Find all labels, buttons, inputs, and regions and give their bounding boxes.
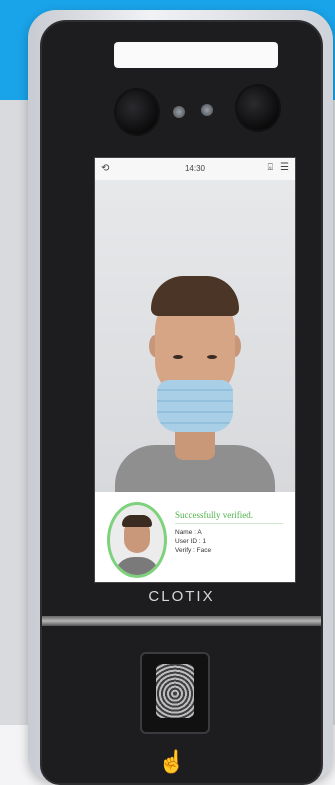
verified-title: Successfully verified.: [175, 510, 253, 520]
verification-result-card: Successfully verified. Name : A User ID …: [95, 492, 295, 582]
name-line: Name : A: [175, 529, 202, 536]
right-camera-icon: [235, 84, 281, 132]
status-bar: ⟲ 14:30 ⌺ ☰: [95, 158, 295, 180]
clock: 14:30: [184, 164, 206, 173]
person-eye: [173, 355, 183, 359]
left-camera-icon: [114, 88, 160, 136]
brand-logo: CLOTIX: [148, 588, 215, 605]
menu-icon[interactable]: ☰: [280, 162, 289, 173]
person-eye: [207, 355, 217, 359]
face-mask: [157, 380, 233, 432]
card-tap-icon[interactable]: ☝: [142, 740, 202, 784]
terminal-device: ⟲ 14:30 ⌺ ☰ Successfully verified. Name …: [28, 10, 333, 785]
avatar: [107, 502, 167, 578]
ir-light-strip: [114, 42, 278, 68]
sensor-led-icon: [173, 106, 185, 118]
device-front-panel: ⟲ 14:30 ⌺ ☰ Successfully verified. Name …: [40, 20, 323, 785]
fingerprint-reader[interactable]: [140, 652, 210, 734]
person-hair: [151, 276, 239, 316]
fingerprint-icon[interactable]: [156, 664, 194, 718]
camera-icon[interactable]: ⌺: [268, 162, 273, 173]
camera-preview: [95, 180, 295, 515]
user-id-line: User ID : 1: [175, 538, 207, 545]
avatar-hair: [122, 515, 152, 527]
sensor-led-icon: [201, 104, 213, 116]
light-bar: [42, 616, 321, 626]
verify-method-line: Verify : Face: [175, 547, 212, 554]
touch-screen[interactable]: ⟲ 14:30 ⌺ ☰ Successfully verified. Name …: [94, 157, 296, 583]
divider: [175, 523, 283, 524]
avatar-shirt: [114, 557, 160, 575]
